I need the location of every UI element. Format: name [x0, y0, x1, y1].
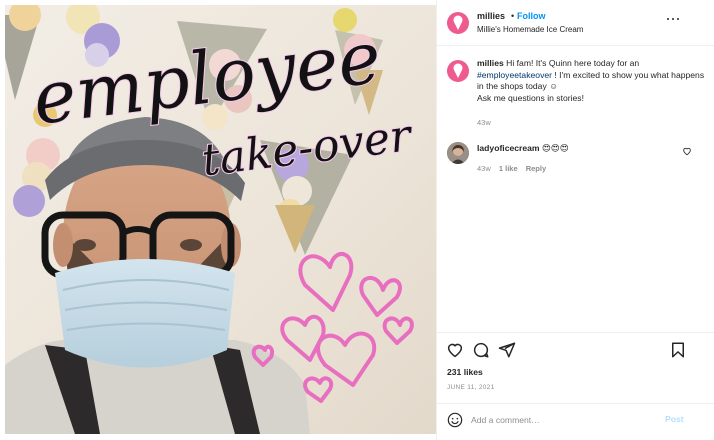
caption-username[interactable]: millies: [477, 58, 504, 68]
caption-timestamp[interactable]: 43w: [477, 118, 491, 127]
like-heart-icon[interactable]: [446, 341, 464, 359]
add-comment-input[interactable]: [471, 411, 651, 429]
post-actions: 231 likes JUNE 11, 2021 Post: [437, 332, 714, 436]
comment-likes[interactable]: 1 like: [499, 164, 518, 173]
post-image[interactable]: employee take-over: [5, 5, 436, 434]
follow-button[interactable]: Follow: [517, 11, 546, 21]
add-comment-bar: Post: [437, 403, 714, 437]
comment-username[interactable]: ladyoficecream: [477, 143, 540, 153]
commenter-photo: [447, 142, 469, 164]
comment-bubble-icon[interactable]: [472, 341, 490, 359]
comment-time[interactable]: 43w: [477, 164, 491, 173]
account-subtitle[interactable]: Millie's Homemade Ice Cream: [477, 25, 583, 34]
ice-cream-logo-icon: [453, 15, 463, 30]
comment-item: ladyoficecream 😍😍😍 43w 1 like Reply: [447, 140, 709, 180]
post-header: millies • Follow Millie's Homemade Ice C…: [437, 0, 714, 46]
instagram-post: employee take-over millies • Follow Mill…: [0, 0, 714, 440]
share-send-icon[interactable]: [498, 341, 516, 359]
header-username[interactable]: millies: [477, 11, 505, 21]
caption-body-1: Hi fam! It's Quinn here today for an: [506, 58, 640, 68]
caption-avatar[interactable]: [447, 60, 469, 82]
save-bookmark-icon[interactable]: [669, 341, 687, 359]
post-photo: employee take-over: [5, 5, 436, 434]
profile-avatar[interactable]: [447, 12, 469, 34]
more-options-icon[interactable]: [667, 14, 681, 24]
comment-text: ladyoficecream 😍😍😍: [477, 143, 569, 154]
separator-dot: •: [511, 11, 515, 21]
post-date[interactable]: JUNE 11, 2021: [447, 384, 495, 391]
emoji-smiley-icon[interactable]: [447, 412, 463, 428]
commenter-avatar[interactable]: [447, 142, 469, 164]
hashtag-link[interactable]: #employeetakeover: [477, 70, 552, 80]
caption-body-3: Ask me questions in stories!: [477, 92, 584, 103]
comment-meta: 43w 1 like Reply: [477, 164, 552, 173]
comment-like-heart-icon[interactable]: [682, 146, 692, 156]
ice-cream-logo-icon: [453, 63, 463, 78]
post-comment-button[interactable]: Post: [665, 414, 684, 424]
likes-count[interactable]: 231 likes: [447, 367, 483, 377]
comment-body: 😍😍😍: [541, 143, 569, 153]
caption-text: millies Hi fam! It's Quinn here today fo…: [477, 58, 707, 104]
post-details-panel: millies • Follow Millie's Homemade Ice C…: [436, 0, 714, 440]
reply-button[interactable]: Reply: [526, 164, 546, 173]
